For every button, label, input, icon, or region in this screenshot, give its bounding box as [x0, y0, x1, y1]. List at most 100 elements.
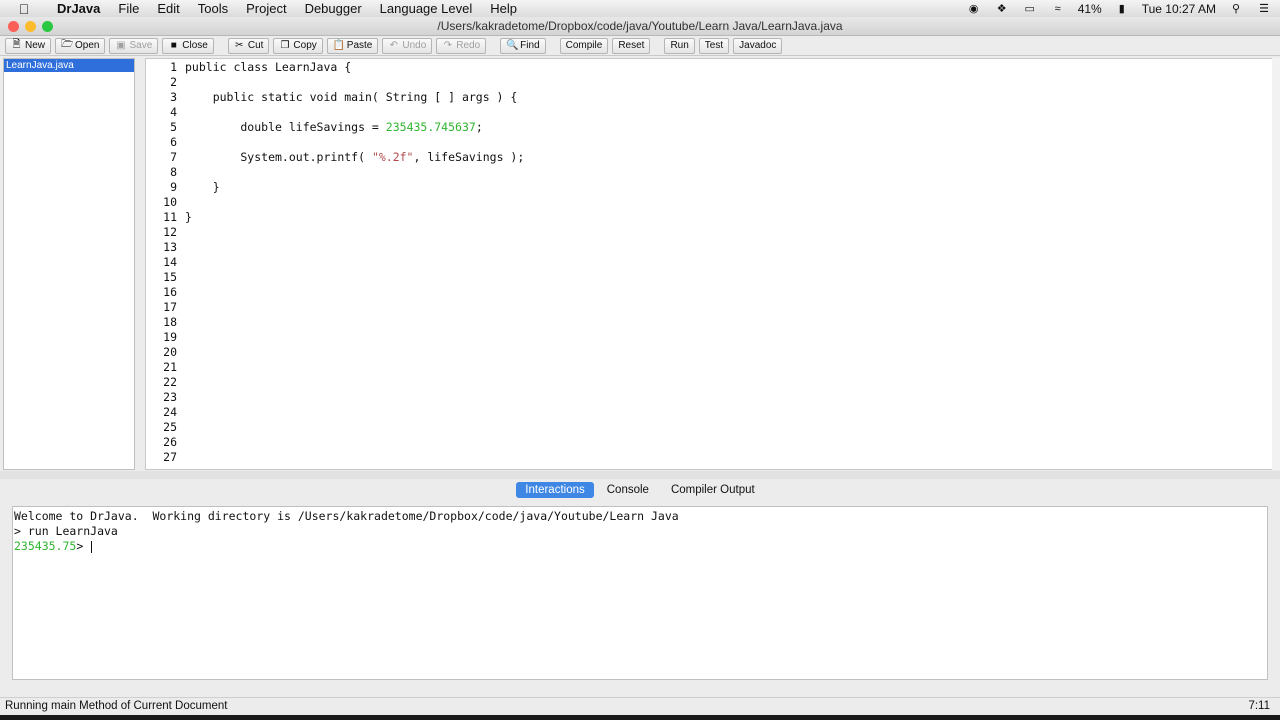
status-bar: Running main Method of Current Document …	[0, 697, 1280, 715]
copy-icon: ❐	[280, 40, 290, 51]
menu-app-name[interactable]: DrJava	[48, 1, 109, 16]
new-label: New	[25, 40, 46, 51]
split-divider[interactable]	[0, 471, 1280, 479]
reset-button[interactable]: Reset	[612, 37, 651, 54]
editor-line: 23	[146, 390, 177, 405]
test-button[interactable]: Test	[698, 37, 730, 54]
editor-line: 7 System.out.printf( "%.2f", lifeSavings…	[146, 150, 524, 165]
editor-line: 11}	[146, 210, 192, 225]
apple-icon[interactable]: 	[16, 1, 32, 17]
console-output: 235435.75	[14, 539, 77, 553]
editor-line: 8	[146, 165, 177, 180]
line-number: 8	[170, 165, 177, 179]
code-segment: ;	[475, 120, 483, 134]
javadoc-button[interactable]: Javadoc	[733, 37, 783, 54]
editor-line: 24	[146, 405, 177, 420]
editor-line: 19	[146, 330, 177, 345]
editor-scrollbar[interactable]	[1272, 58, 1280, 470]
notification-list-icon[interactable]: ☰	[1256, 3, 1272, 15]
find-button[interactable]: 🔍 Find	[500, 37, 546, 54]
line-number: 4	[170, 105, 177, 119]
code-editor[interactable]: 1 public class LearnJava { 2 3 public sta…	[145, 58, 1277, 470]
scissors-icon: ✂	[235, 40, 244, 51]
menu-file[interactable]: File	[109, 1, 148, 16]
line-number: 20	[163, 345, 177, 359]
battery-icon[interactable]: ▮	[1114, 3, 1130, 15]
line-number: 7	[170, 150, 177, 164]
cursor-position: 7:11	[1248, 700, 1270, 712]
editor-line: 21	[146, 360, 177, 375]
tab-interactions[interactable]: Interactions	[516, 482, 594, 498]
line-number: 12	[163, 225, 177, 239]
run-button[interactable]: Run	[664, 37, 695, 54]
line-number: 14	[163, 255, 177, 269]
editor-line: 25	[146, 420, 177, 435]
console-command: > run LearnJava	[14, 524, 118, 538]
cut-button[interactable]: ✂ Cut	[227, 37, 270, 54]
status-area: ◉ ❖ ▭ ≈ 41% ▮ Tue 10:27 AM ⚲ ☰	[966, 0, 1272, 17]
menu-bar:  DrJava File Edit Tools Project Debugge…	[0, 0, 1280, 17]
menu-help[interactable]: Help	[481, 1, 526, 16]
document-item[interactable]: LearnJava.java	[4, 59, 134, 72]
paste-button[interactable]: 📋 Paste	[326, 37, 379, 54]
code-text: public class LearnJava {	[185, 60, 352, 74]
editor-line: 6	[146, 135, 177, 150]
wifi-icon[interactable]: ≈	[1050, 3, 1066, 15]
interactions-pane[interactable]: Welcome to DrJava. Working directory is …	[12, 506, 1268, 680]
line-number: 27	[163, 450, 177, 464]
code-text: double lifeSavings = 235435.745637;	[185, 120, 483, 135]
find-label: Find	[520, 40, 540, 51]
new-file-icon: 🗎	[12, 39, 21, 50]
close-label: Close	[182, 40, 208, 51]
open-label: Open	[75, 40, 100, 51]
airplay-icon[interactable]: ▭	[1022, 3, 1038, 15]
editor-line: 18	[146, 315, 177, 330]
redo-button[interactable]: ↷ Redo	[436, 37, 487, 54]
undo-label: Undo	[402, 40, 427, 51]
tab-compiler-output[interactable]: Compiler Output	[662, 482, 764, 498]
console-welcome: Welcome to DrJava. Working directory is …	[14, 509, 679, 523]
menu-debugger[interactable]: Debugger	[296, 1, 371, 16]
title-bar: /Users/kakradetome/Dropbox/code/java/You…	[0, 17, 1280, 36]
code-text: System.out.printf( "%.2f", lifeSavings )…	[185, 150, 524, 165]
binoculars-icon: 🔍	[506, 40, 519, 51]
dropbox-icon[interactable]: ❖	[994, 3, 1010, 15]
menu-edit[interactable]: Edit	[148, 1, 188, 16]
javadoc-label: Javadoc	[739, 40, 777, 51]
record-icon[interactable]: ◉	[966, 3, 982, 15]
compile-button[interactable]: Compile	[559, 37, 609, 54]
line-number: 25	[163, 420, 177, 434]
close-button[interactable]: ■ Close	[162, 37, 214, 54]
save-label: Save	[129, 40, 153, 51]
paste-label: Paste	[346, 40, 373, 51]
line-number: 11	[163, 210, 177, 224]
line-number: 9	[170, 180, 177, 194]
status-text: Running main Method of Current Document	[5, 700, 228, 712]
tab-console[interactable]: Console	[598, 482, 658, 498]
new-button[interactable]: 🗎 New	[5, 37, 52, 54]
editor-line: 2	[146, 75, 177, 90]
line-number: 19	[163, 330, 177, 344]
open-button[interactable]: 🗁 Open	[55, 37, 106, 54]
line-number: 10	[163, 195, 177, 209]
menu-project[interactable]: Project	[237, 1, 295, 16]
compile-label: Compile	[565, 40, 603, 51]
line-number: 21	[163, 360, 177, 374]
editor-line: 5 double lifeSavings = 235435.745637;	[146, 120, 483, 135]
copy-button[interactable]: ❐ Copy	[273, 37, 323, 54]
line-number: 18	[163, 315, 177, 329]
menu-language-level[interactable]: Language Level	[371, 1, 482, 16]
editor-line: 22	[146, 375, 177, 390]
menu-tools[interactable]: Tools	[189, 1, 237, 16]
clock[interactable]: Tue 10:27 AM	[1142, 2, 1216, 16]
editor-line: 27	[146, 450, 177, 465]
code-text: }	[185, 180, 220, 194]
editor-line: 10	[146, 195, 177, 210]
editor-line: 12	[146, 225, 177, 240]
code-segment: System.out.printf(	[185, 150, 372, 164]
document-list: LearnJava.java	[3, 58, 135, 470]
battery-percent[interactable]: 41%	[1078, 2, 1102, 16]
save-button[interactable]: ▣ Save	[109, 37, 159, 54]
search-icon[interactable]: ⚲	[1228, 3, 1244, 15]
undo-button[interactable]: ↶ Undo	[382, 37, 433, 54]
